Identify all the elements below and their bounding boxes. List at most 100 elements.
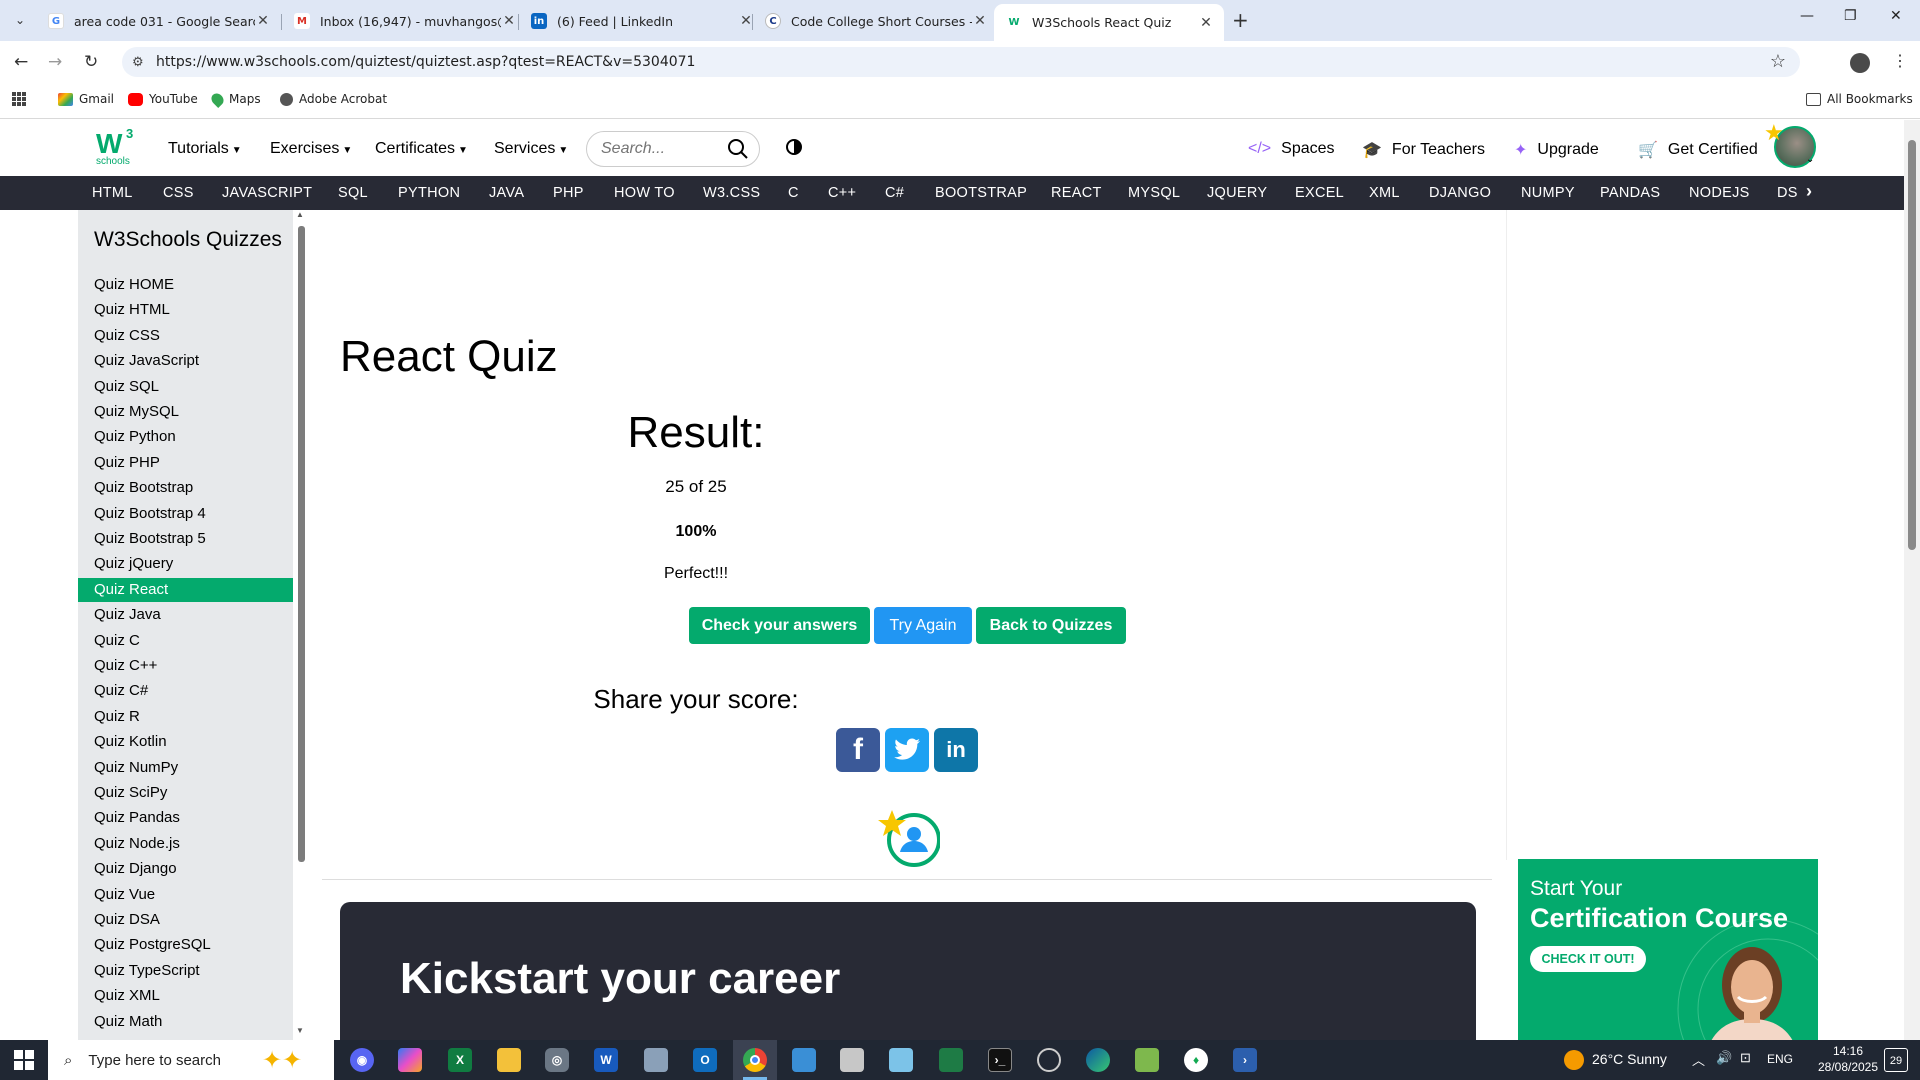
sidebar-item[interactable]: Quiz HTML xyxy=(78,298,293,322)
facebook-share-icon[interactable]: f xyxy=(836,728,880,772)
search-input[interactable] xyxy=(601,140,719,158)
sidebar-item[interactable]: Quiz C++ xyxy=(78,654,293,678)
app-icon[interactable] xyxy=(889,1048,913,1072)
clock-time[interactable]: 14:16 xyxy=(1816,1044,1880,1058)
dark-mode-toggle-icon[interactable] xyxy=(786,139,802,155)
chevron-right-icon[interactable]: › xyxy=(1806,181,1812,202)
discord-icon[interactable]: ◉ xyxy=(350,1048,374,1072)
weather-text[interactable]: 26°C Sunny xyxy=(1592,1051,1667,1067)
sidebar-item[interactable]: Quiz C xyxy=(78,629,293,653)
topic-django[interactable]: DJANGO xyxy=(1429,185,1491,201)
page-scrollbar-thumb[interactable] xyxy=(1908,140,1916,550)
w3schools-logo[interactable]: W 3 schools xyxy=(96,126,138,168)
sidebar-item[interactable]: Quiz Vue xyxy=(78,883,293,907)
sidebar-item[interactable]: Quiz Pandas xyxy=(78,806,293,830)
topic-php[interactable]: PHP xyxy=(553,185,584,201)
tab-search-icon[interactable]: ⌄ xyxy=(8,8,32,32)
topic-javascript[interactable]: JAVASCRIPT xyxy=(222,185,312,201)
topic-sql[interactable]: SQL xyxy=(338,185,368,201)
topic-xml[interactable]: XML xyxy=(1369,185,1400,201)
nav-get-certified[interactable]: 🛒 Get Certified xyxy=(1638,140,1758,160)
bookmark-youtube[interactable]: YouTube xyxy=(128,92,198,106)
topic-csharp[interactable]: C# xyxy=(885,185,904,201)
topic-pandas[interactable]: PANDAS xyxy=(1600,185,1660,201)
topic-how-to[interactable]: HOW TO xyxy=(614,185,675,201)
sidebar-item[interactable]: Quiz Kotlin xyxy=(78,730,293,754)
sidebar-item[interactable]: Quiz Math xyxy=(78,1010,293,1034)
apps-grid-icon[interactable] xyxy=(12,92,26,106)
spreadsheet-app-icon[interactable] xyxy=(939,1048,963,1072)
new-tab-icon[interactable]: + xyxy=(1232,8,1249,32)
mongodb-icon[interactable]: ♦ xyxy=(1184,1048,1208,1072)
try-again-button[interactable]: Try Again xyxy=(874,607,972,644)
bookmark-adobe-acrobat[interactable]: Adobe Acrobat xyxy=(280,92,387,106)
browser-profile-avatar[interactable] xyxy=(1850,53,1870,73)
topic-python[interactable]: PYTHON xyxy=(398,185,460,201)
copilot-icon[interactable] xyxy=(398,1048,422,1072)
chevron-down-icon[interactable]: ⌄ xyxy=(1806,154,1814,165)
url-text[interactable]: https://www.w3schools.com/quiztest/quizt… xyxy=(156,54,695,70)
outlook-icon[interactable]: O xyxy=(693,1048,717,1072)
bookmark-gmail[interactable]: Gmail xyxy=(58,92,114,106)
topic-cpp[interactable]: C++ xyxy=(828,185,856,201)
close-tab-icon[interactable]: ✕ xyxy=(501,13,517,29)
sidebar-item[interactable]: Quiz Node.js xyxy=(78,832,293,856)
app-icon[interactable] xyxy=(792,1048,816,1072)
sidebar-item[interactable]: Quiz SQL xyxy=(78,375,293,399)
windows-start-icon[interactable] xyxy=(14,1050,34,1070)
linkedin-share-icon[interactable]: in xyxy=(934,728,978,772)
bookmark-star-icon[interactable]: ☆ xyxy=(1770,51,1786,72)
app-icon[interactable] xyxy=(1037,1048,1061,1072)
topic-excel[interactable]: EXCEL xyxy=(1295,185,1344,201)
nav-tutorials[interactable]: Tutorials ▼ xyxy=(168,140,242,158)
sidebar-item[interactable]: Quiz TypeScript xyxy=(78,959,293,983)
app-icon[interactable] xyxy=(1135,1048,1159,1072)
volume-icon[interactable]: 🔊 xyxy=(1716,1050,1732,1066)
sidebar-item[interactable]: Quiz CSS xyxy=(78,324,293,348)
site-search[interactable] xyxy=(586,131,760,167)
all-bookmarks[interactable]: All Bookmarks xyxy=(1806,92,1913,106)
sidebar-item[interactable]: Quiz DSA xyxy=(78,908,293,932)
address-bar[interactable]: ⚙ https://www.w3schools.com/quiztest/qui… xyxy=(122,47,1800,77)
nav-exercises[interactable]: Exercises ▼ xyxy=(270,140,352,158)
chevron-up-icon[interactable]: ︿ xyxy=(1692,1050,1705,1069)
back-icon[interactable]: ← xyxy=(14,52,28,72)
topic-numpy[interactable]: NUMPY xyxy=(1521,185,1575,201)
powershell-icon[interactable]: › xyxy=(1233,1048,1257,1072)
close-tab-icon[interactable]: ✕ xyxy=(1198,15,1214,31)
sidebar-item[interactable]: Quiz HOME xyxy=(78,273,293,297)
sidebar-item[interactable]: Quiz NumPy xyxy=(78,756,293,780)
edge-icon[interactable] xyxy=(1086,1048,1110,1072)
terminal-icon[interactable]: ›_ xyxy=(988,1048,1012,1072)
certification-ad[interactable]: Start Your Certification Course CHECK IT… xyxy=(1518,859,1818,1040)
topic-bootstrap[interactable]: BOOTSTRAP xyxy=(935,185,1027,201)
browser-tab[interactable]: G area code 031 - Google Search ✕ xyxy=(36,6,281,36)
nav-upgrade[interactable]: ✦ Upgrade xyxy=(1514,140,1599,160)
camera-icon[interactable]: ◎ xyxy=(545,1048,569,1072)
chrome-icon[interactable] xyxy=(743,1048,767,1072)
scroll-up-icon[interactable]: ▲ xyxy=(296,210,304,219)
browser-tab[interactable]: C Code College Short Courses - f ✕ xyxy=(753,6,998,36)
restore-icon[interactable]: ❐ xyxy=(1844,8,1857,24)
nav-spaces[interactable]: </> Spaces xyxy=(1248,140,1335,158)
file-explorer-icon[interactable] xyxy=(497,1048,521,1072)
sidebar-item[interactable]: Quiz Java xyxy=(78,603,293,627)
clock-date[interactable]: 28/08/2025 xyxy=(1816,1060,1880,1074)
browser-menu-icon[interactable]: ⋮ xyxy=(1892,51,1908,71)
close-tab-icon[interactable]: ✕ xyxy=(255,13,271,29)
scroll-down-icon[interactable]: ▼ xyxy=(296,1026,304,1035)
topic-jquery[interactable]: JQUERY xyxy=(1207,185,1267,201)
topic-c[interactable]: C xyxy=(788,185,799,201)
forward-icon[interactable]: → xyxy=(48,52,62,72)
topic-react[interactable]: REACT xyxy=(1051,185,1102,201)
browser-tab[interactable]: M Inbox (16,947) - muvhangos@g ✕ xyxy=(282,6,527,36)
printer-icon[interactable] xyxy=(840,1048,864,1072)
nav-certificates[interactable]: Certificates ▼ xyxy=(375,140,468,158)
topic-w3css[interactable]: W3.CSS xyxy=(703,185,760,201)
language-indicator[interactable]: ENG xyxy=(1767,1052,1793,1066)
topic-ds[interactable]: DS xyxy=(1777,185,1798,201)
sidebar-scrollbar[interactable] xyxy=(298,226,305,862)
notification-center-icon[interactable]: 29 xyxy=(1884,1048,1908,1072)
topic-mysql[interactable]: MYSQL xyxy=(1128,185,1180,201)
check-answers-button[interactable]: Check your answers xyxy=(689,607,870,644)
